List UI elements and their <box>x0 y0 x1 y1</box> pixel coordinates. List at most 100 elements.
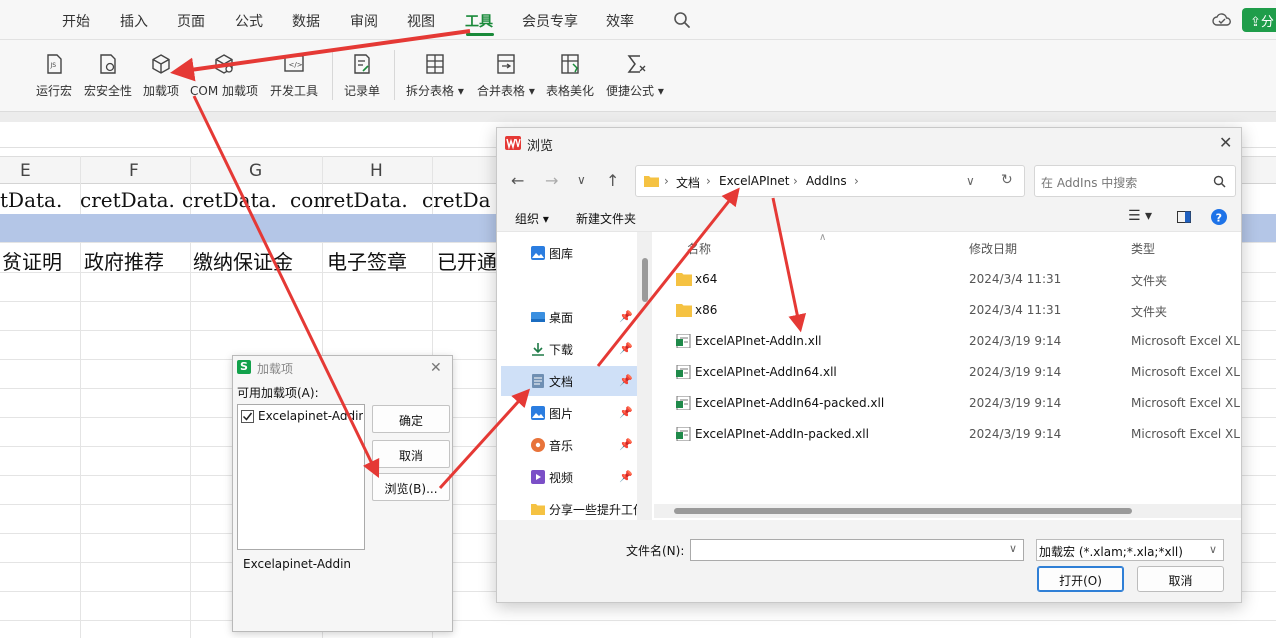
nav-item-videos[interactable]: 视频 📌 <box>501 462 637 492</box>
file-row[interactable]: ExcelAPInet-AddIn-packed.xll 2024/3/19 9… <box>654 419 1241 450</box>
nav-item-documents[interactable]: 文档 📌 <box>501 366 637 396</box>
folder-icon <box>676 304 692 317</box>
nav-item-downloads[interactable]: 下载 📌 <box>501 334 637 364</box>
column-header-modified[interactable]: 修改日期 <box>969 240 1017 257</box>
table-beautify-button[interactable]: 表格美化 <box>546 52 594 99</box>
macro-security-button[interactable]: 宏安全性 <box>84 52 132 99</box>
cell-e3[interactable]: 贫证明 <box>2 246 80 275</box>
cell-h3[interactable]: 电子签章 <box>327 246 432 275</box>
column-header-type[interactable]: 类型 <box>1131 240 1155 257</box>
nav-item-gallery[interactable]: 图库 <box>501 238 637 268</box>
view-options-icon[interactable]: ☰ ▾ <box>1128 208 1152 224</box>
cell-g1[interactable]: cretData. <box>182 188 292 212</box>
column-header-g[interactable]: G <box>249 161 262 181</box>
merge-table-button[interactable]: 合并表格 ▾ <box>477 52 535 99</box>
nav-item-desktop[interactable]: 桌面 📌 <box>501 302 637 332</box>
address-bar[interactable]: › 文档 › ExcelAPInet › AddIns › ∨ ↻ <box>635 165 1025 197</box>
tab-formula[interactable]: 公式 <box>235 11 263 31</box>
search-input[interactable]: 在 AddIns 中搜索 <box>1041 174 1137 191</box>
pin-icon[interactable]: 📌 <box>619 470 633 483</box>
addin-checkbox[interactable] <box>241 410 254 423</box>
scrollbar-thumb[interactable] <box>674 508 1132 514</box>
search-field[interactable]: 在 AddIns 中搜索 <box>1034 165 1236 197</box>
chevron-down-icon[interactable]: ∨ <box>1009 542 1017 555</box>
nav-item-pictures[interactable]: 图片 📌 <box>501 398 637 428</box>
scrollbar-thumb[interactable] <box>642 258 648 302</box>
tab-start[interactable]: 开始 <box>62 11 90 31</box>
path-separator: › <box>793 174 798 188</box>
addins-list-item[interactable]: Excelapinet-Addin <box>241 408 363 426</box>
column-header-h[interactable]: H <box>370 161 383 181</box>
preview-pane-icon[interactable] <box>1177 211 1191 223</box>
tab-tools[interactable]: 工具 <box>465 11 493 31</box>
up-arrow-icon[interactable]: ↑ <box>606 171 619 190</box>
close-icon[interactable]: ✕ <box>1219 133 1232 152</box>
path-segment-documents[interactable]: 文档 <box>676 174 700 191</box>
cancel-button[interactable]: 取消 <box>372 440 450 468</box>
addins-list[interactable]: Excelapinet-Addin <box>237 404 365 550</box>
browse-button[interactable]: 浏览(B)... <box>372 473 450 501</box>
pin-icon[interactable]: 📌 <box>619 342 633 355</box>
addins-button[interactable]: 加载项 <box>143 52 179 99</box>
file-row[interactable]: ExcelAPInet-AddIn.xll 2024/3/19 9:14 Mic… <box>654 326 1241 357</box>
column-header-name[interactable]: 名称 <box>687 240 711 257</box>
tab-review[interactable]: 审阅 <box>350 11 378 31</box>
developer-tools-button[interactable]: </> 开发工具 <box>270 52 318 99</box>
cell-g3[interactable]: 缴纳保证金 <box>193 246 321 275</box>
cell-h1[interactable]: retData. <box>324 188 434 212</box>
tab-page[interactable]: 页面 <box>177 11 205 31</box>
pin-icon[interactable]: 📌 <box>619 374 633 387</box>
column-header-e[interactable]: E <box>20 161 31 181</box>
tab-data[interactable]: 数据 <box>292 11 320 31</box>
file-row[interactable]: x86 2024/3/4 11:31 文件夹 <box>654 295 1241 326</box>
chevron-down-icon[interactable]: ∨ <box>966 174 975 188</box>
cloud-sync-icon[interactable] <box>1212 11 1232 29</box>
search-icon[interactable] <box>673 11 691 29</box>
file-row[interactable]: ExcelAPInet-AddIn64.xll 2024/3/19 9:14 M… <box>654 357 1241 388</box>
filename-input[interactable] <box>690 539 1024 561</box>
navigation-scrollbar[interactable] <box>637 232 652 520</box>
cell-g1-overflow[interactable]: con <box>290 188 324 212</box>
cell-i1[interactable]: cretDa <box>422 188 502 212</box>
recent-locations-chevron-icon[interactable]: ∨ <box>577 173 586 187</box>
tab-insert[interactable]: 插入 <box>120 11 148 31</box>
cell-f3[interactable]: 政府推荐 <box>84 246 190 275</box>
tab-view[interactable]: 视图 <box>407 11 435 31</box>
organize-button[interactable]: 组织 ▾ <box>515 210 549 227</box>
path-segment-excelapinet[interactable]: ExcelAPInet <box>719 174 789 188</box>
nav-item-shared-folder[interactable]: 分享一些提升工作 <box>501 494 645 520</box>
cell-e1[interactable]: tData. <box>0 188 80 212</box>
close-icon[interactable]: ✕ <box>430 360 442 376</box>
record-form-button[interactable]: 记录单 <box>344 52 380 99</box>
help-icon[interactable]: ? <box>1211 209 1227 225</box>
cancel-button[interactable]: 取消 <box>1137 566 1224 592</box>
open-button[interactable]: 打开(O) <box>1037 566 1124 592</box>
pin-icon[interactable]: 📌 <box>619 406 633 419</box>
file-name: ExcelAPInet-AddIn64.xll <box>695 365 837 379</box>
new-folder-button[interactable]: 新建文件夹 <box>576 210 636 227</box>
nav-item-music[interactable]: 音乐 📌 <box>501 430 637 460</box>
share-button[interactable]: ⇪分 <box>1242 8 1276 32</box>
back-arrow-icon[interactable]: ← <box>511 171 524 190</box>
run-macro-button[interactable]: JS 运行宏 <box>36 52 72 99</box>
tab-efficiency[interactable]: 效率 <box>606 11 634 31</box>
file-row[interactable]: ExcelAPInet-AddIn64-packed.xll 2024/3/19… <box>654 388 1241 419</box>
column-header-f[interactable]: F <box>129 161 139 181</box>
refresh-icon[interactable]: ↻ <box>1001 172 1013 188</box>
tab-member[interactable]: 会员专享 <box>522 11 578 31</box>
forward-arrow-icon[interactable]: → <box>545 171 558 190</box>
file-type: 文件夹 <box>1131 305 1168 319</box>
share-label: 分 <box>1260 15 1274 30</box>
cell-f1[interactable]: cretData. <box>80 188 190 212</box>
ok-button[interactable]: 确定 <box>372 405 450 433</box>
file-list-hscrollbar[interactable] <box>654 504 1241 518</box>
file-row[interactable]: x64 2024/3/4 11:31 文件夹 <box>654 264 1241 295</box>
quick-formula-button[interactable]: 便捷公式 ▾ <box>606 52 664 99</box>
path-segment-addins[interactable]: AddIns <box>806 174 847 188</box>
pin-icon[interactable]: 📌 <box>619 438 633 451</box>
com-addins-button[interactable]: COM 加载项 <box>190 52 258 99</box>
file-type-filter-select[interactable]: 加载宏 (*.xlam;*.xla;*xll) ∨ <box>1036 539 1224 561</box>
search-icon[interactable] <box>1213 175 1226 188</box>
split-table-button[interactable]: 拆分表格 ▾ <box>406 52 464 99</box>
pin-icon[interactable]: 📌 <box>619 310 633 323</box>
